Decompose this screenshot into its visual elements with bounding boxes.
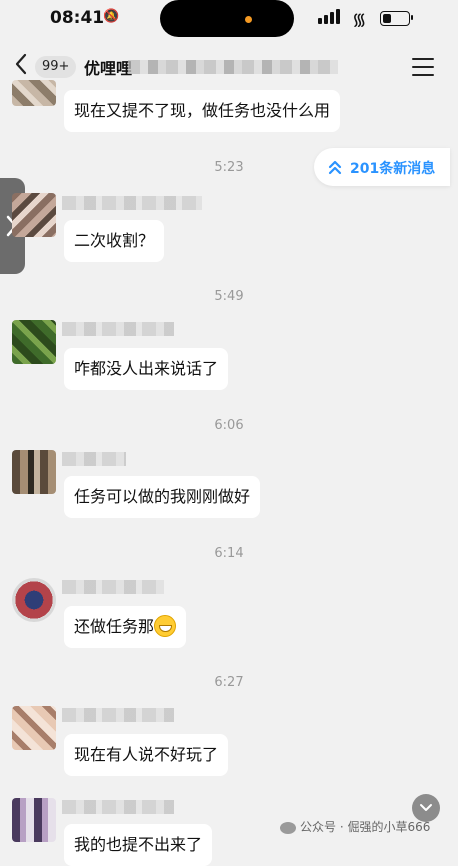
battery-cap (411, 15, 413, 20)
avatar[interactable] (12, 798, 56, 842)
blurred-sender-name (62, 322, 174, 336)
wifi-icon: ᯾ (352, 10, 367, 30)
watermark-text: 公众号 · 倔强的小草666 (300, 820, 431, 834)
message-timestamp: 6:06 (214, 418, 244, 433)
grinning-face-emoji (154, 615, 177, 637)
message-timestamp: 5:23 (214, 160, 244, 175)
island-indicator-dot (245, 16, 252, 23)
avatar[interactable] (12, 450, 56, 494)
unread-count-badge[interactable]: 99+ (35, 56, 77, 78)
message-timestamp: 6:14 (214, 546, 244, 561)
avatar[interactable] (12, 193, 56, 237)
hamburger-menu-icon[interactable] (412, 58, 434, 76)
message-bubble: 我的也提不出来了 (64, 824, 213, 866)
blurred-sender-name (62, 452, 126, 466)
bell-slash-icon: 🔕 (103, 9, 120, 24)
chat-title: 优哩哩 (84, 59, 133, 78)
message-bubble: 二次收割？ (64, 220, 165, 262)
blurred-title-region (128, 60, 338, 74)
wechat-icon (280, 821, 296, 834)
message-text: 还做任务那 (74, 617, 155, 636)
status-bar: 08:41 🔕 ᯾ (0, 0, 458, 38)
message-bubble: 任务可以做的我刚刚做好 (64, 476, 261, 518)
watermark: 公众号 · 倔强的小草666 (280, 818, 430, 835)
blurred-sender-name (62, 708, 174, 722)
blurred-sender-name (62, 800, 174, 814)
avatar[interactable] (12, 578, 56, 622)
chat-header: 99+ 优哩哩 (0, 44, 458, 88)
chevron-left-icon[interactable] (10, 49, 34, 79)
message-bubble: 现在有人说不好玩了 (64, 734, 229, 776)
avatar[interactable] (12, 706, 56, 750)
battery-icon (380, 11, 410, 26)
battery-fill (383, 14, 391, 23)
avatar[interactable] (12, 80, 56, 106)
message-timestamp: 5:49 (214, 289, 244, 304)
message-bubble: 咋都没人出来说话了 (64, 348, 229, 390)
blurred-sender-name (62, 580, 164, 594)
blurred-sender-name (62, 196, 202, 210)
status-time: 08:41 (50, 8, 105, 28)
avatar[interactable] (12, 320, 56, 364)
message-bubble: 现在又提不了现，做任务也没什么用 (64, 90, 341, 132)
dynamic-island (160, 0, 294, 37)
message-timestamp: 6:27 (214, 675, 244, 690)
message-bubble: 还做任务那 (64, 606, 187, 648)
cellular-signal-icon (318, 8, 346, 26)
chevron-down-icon (420, 804, 432, 811)
